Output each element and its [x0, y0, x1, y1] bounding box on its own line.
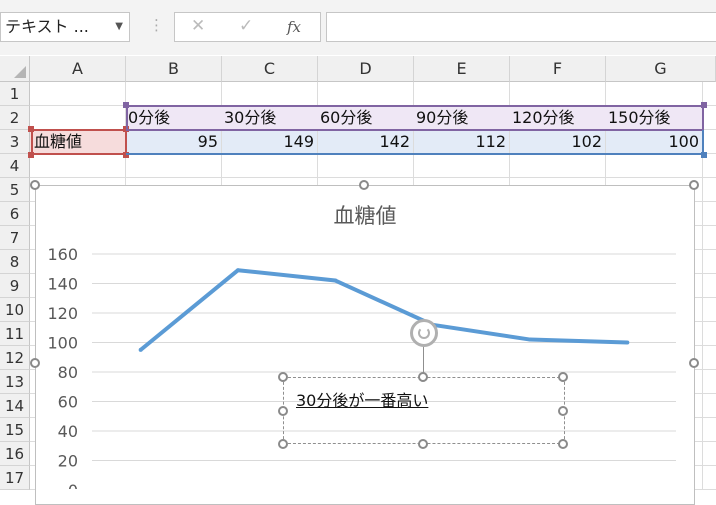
- series-line[interactable]: [139, 268, 628, 352]
- chart-resize-handle[interactable]: [359, 180, 369, 190]
- y-tick-label: 140: [47, 275, 78, 294]
- chart-resize-handle[interactable]: [689, 358, 699, 368]
- data-point[interactable]: [625, 340, 630, 345]
- y-tick-label: 40: [58, 422, 78, 441]
- data-point[interactable]: [333, 278, 338, 283]
- y-tick-label: 120: [47, 304, 78, 323]
- data-point[interactable]: [138, 347, 143, 352]
- chart-resize-handle[interactable]: [689, 180, 699, 190]
- textbox-resize-handle[interactable]: [558, 372, 568, 382]
- data-point[interactable]: [236, 268, 240, 273]
- chart-resize-handle[interactable]: [30, 358, 40, 368]
- text-box-content[interactable]: 30分後が一番高い: [296, 387, 428, 411]
- y-tick-label: 20: [58, 452, 78, 471]
- rotate-icon[interactable]: [410, 319, 438, 347]
- textbox-resize-handle[interactable]: [278, 372, 288, 382]
- y-tick-label: 160: [47, 245, 78, 264]
- textbox-resize-handle[interactable]: [418, 372, 428, 382]
- textbox-resize-handle[interactable]: [418, 439, 428, 449]
- textbox-resize-handle[interactable]: [278, 406, 288, 416]
- y-tick-label: 80: [58, 363, 78, 382]
- textbox-resize-handle[interactable]: [558, 406, 568, 416]
- data-point[interactable]: [528, 337, 532, 342]
- y-tick-label: 100: [47, 334, 78, 353]
- textbox-resize-handle[interactable]: [278, 439, 288, 449]
- textbox-resize-handle[interactable]: [558, 439, 568, 449]
- y-tick-label: 0: [68, 481, 78, 489]
- chart-resize-handle[interactable]: [30, 180, 40, 190]
- y-tick-label: 60: [58, 393, 78, 412]
